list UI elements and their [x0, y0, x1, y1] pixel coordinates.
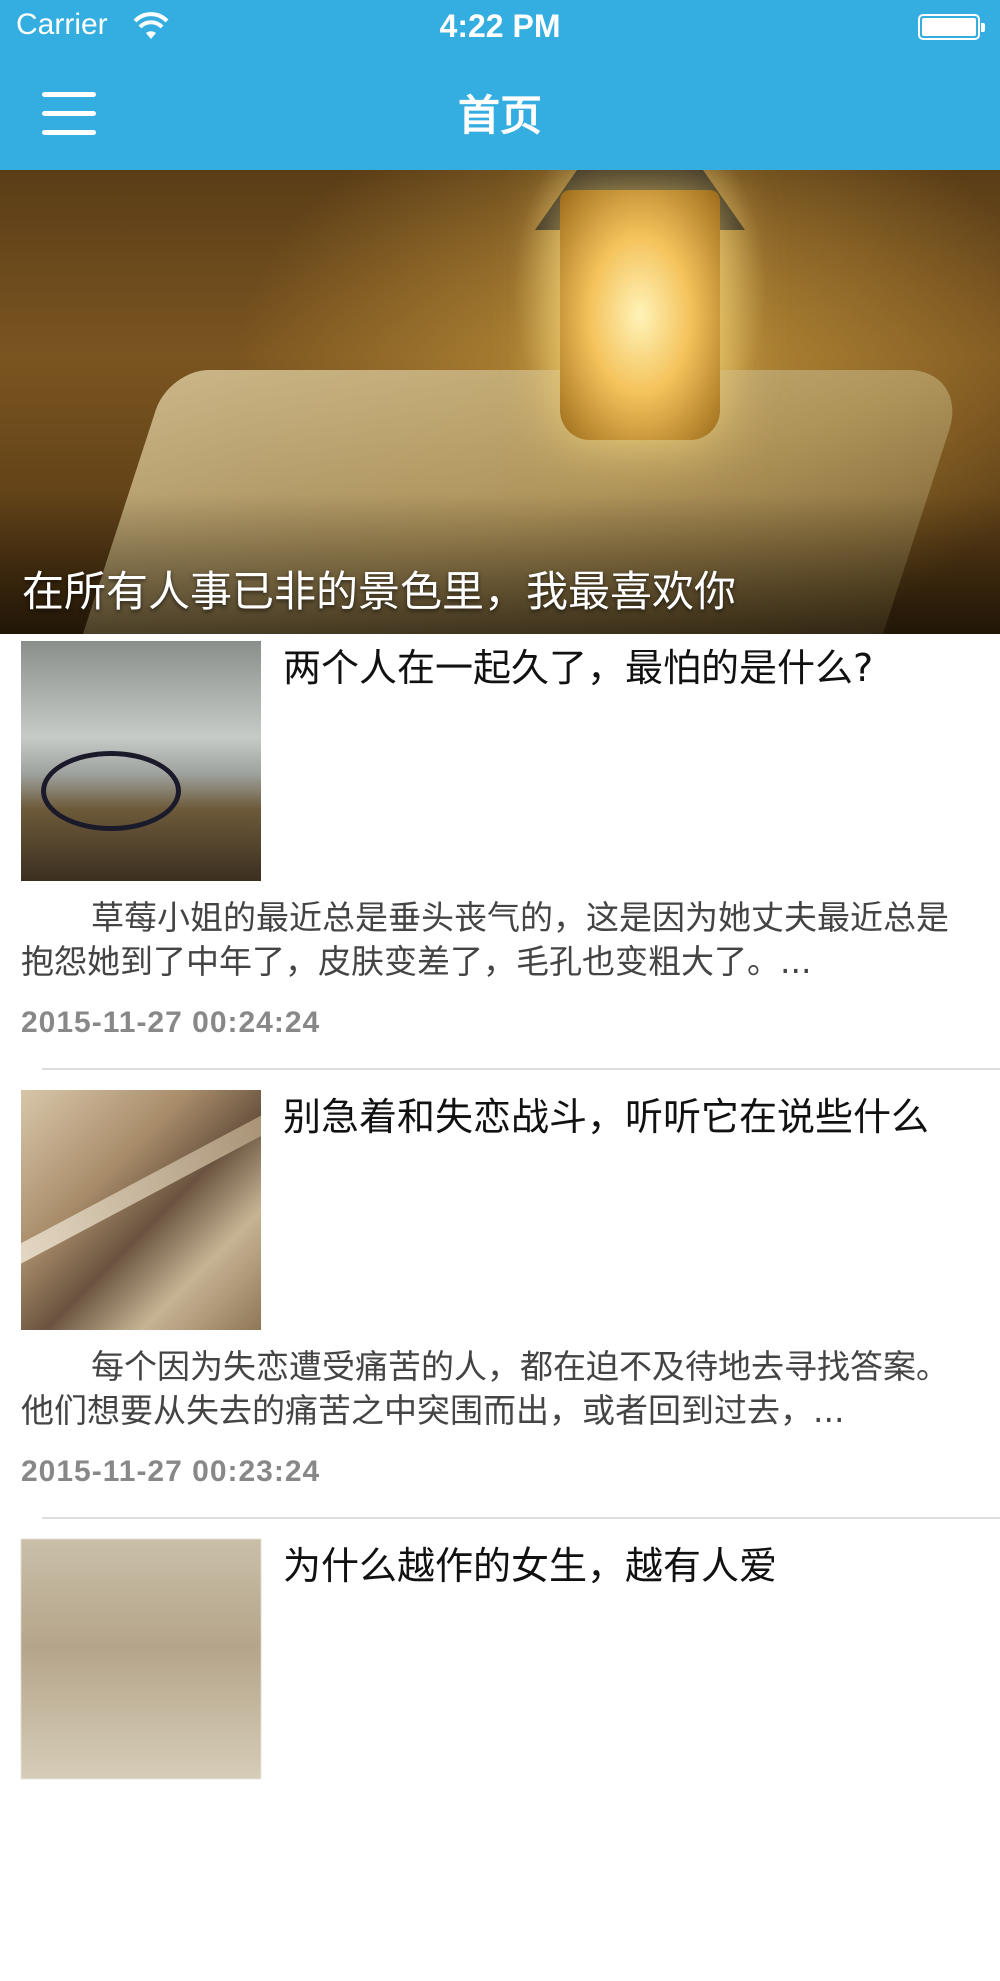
- divider: [42, 1068, 1000, 1070]
- page-title: 首页: [457, 91, 542, 140]
- article-title: 两个人在一起久了，最怕的是什么?: [283, 646, 874, 690]
- article-date: 2015-11-27 00:24:24: [21, 1006, 321, 1039]
- lantern-image: [560, 190, 720, 440]
- article-thumbnail: [21, 1539, 261, 1779]
- article-thumbnail: [21, 641, 261, 881]
- divider: [42, 1517, 1000, 1519]
- article-summary: 草莓小姐的最近总是垂头丧气的，这是因为她丈夫最近总是抱怨她到了中年了，皮肤变差了…: [21, 898, 949, 981]
- article-thumbnail: [21, 1090, 261, 1330]
- hero-banner[interactable]: 在所有人事已非的景色里，我最喜欢你: [0, 170, 1000, 634]
- battery-icon: [918, 14, 985, 40]
- list-item[interactable]: 为什么越作的女生，越有人爱: [0, 1532, 1000, 1981]
- article-title: 别急着和失恋战斗，听听它在说些什么: [283, 1095, 930, 1139]
- article-title: 为什么越作的女生，越有人爱: [283, 1544, 778, 1588]
- status-bar: Carrier 4:22 PM: [0, 0, 1000, 54]
- article-date: 2015-11-27 00:23:24: [21, 1455, 321, 1488]
- hero-caption: 在所有人事已非的景色里，我最喜欢你: [22, 567, 737, 616]
- article-summary: 每个因为失恋遭受痛苦的人，都在迫不及待地去寻找答案。他们想要从失去的痛苦之中突围…: [21, 1347, 949, 1430]
- status-time: 4:22 PM: [439, 8, 561, 44]
- navigation-bar: Carrier 4:22 PM 首页: [0, 0, 1000, 170]
- article-list: 两个人在一起久了，最怕的是什么? 草莓小姐的最近总是垂头丧气的，这是因为她丈夫最…: [0, 634, 1000, 1981]
- list-item[interactable]: 别急着和失恋战斗，听听它在说些什么 每个因为失恋遭受痛苦的人，都在迫不及待地去寻…: [0, 1083, 1000, 1532]
- list-item[interactable]: 两个人在一起久了，最怕的是什么? 草莓小姐的最近总是垂头丧气的，这是因为她丈夫最…: [0, 634, 1000, 1083]
